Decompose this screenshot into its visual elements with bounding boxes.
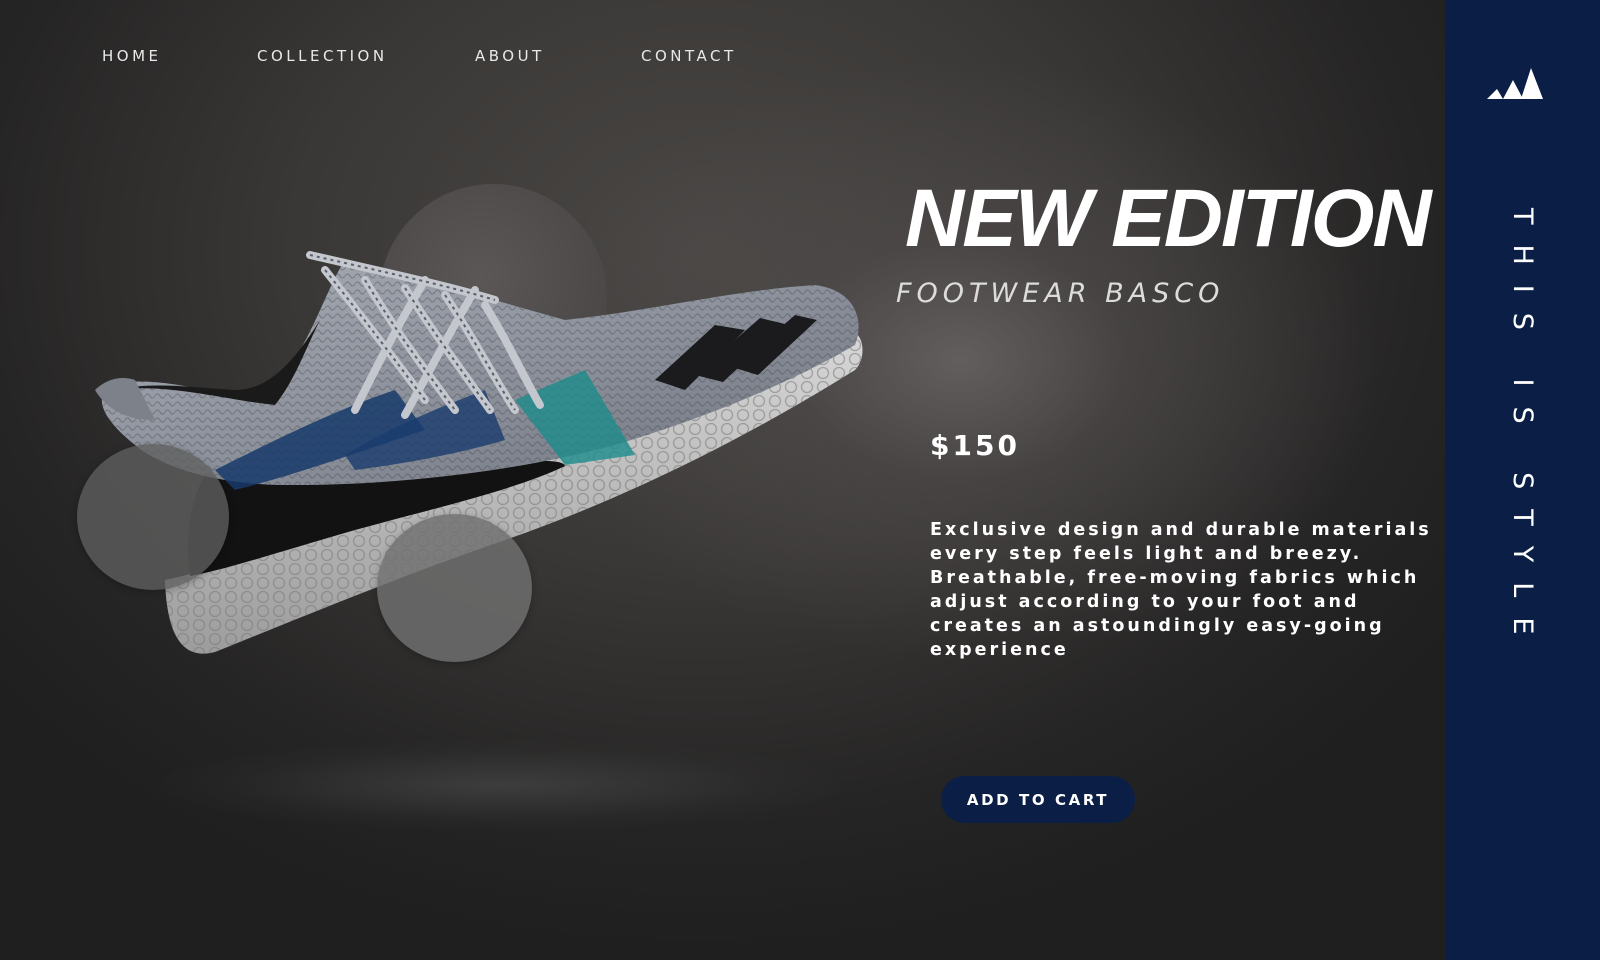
product-description: Exclusive design and durable materials e… xyxy=(930,520,1432,660)
top-navigation: HOME COLLECTION ABOUT CONTACT xyxy=(0,47,900,69)
nav-link-collection[interactable]: COLLECTION xyxy=(257,47,388,65)
hero-subtitle: FOOTWEAR BASCO xyxy=(896,278,1225,309)
nav-link-home[interactable]: HOME xyxy=(102,47,162,65)
hero-title: NEW EDITION xyxy=(905,173,1432,264)
tagline-container: THIS IS STYLE xyxy=(1445,208,1600,654)
add-to-cart-button[interactable]: ADD TO CART xyxy=(941,776,1135,823)
nav-link-contact[interactable]: CONTACT xyxy=(641,47,737,65)
product-price: $150 xyxy=(930,429,1020,462)
vertical-tagline: THIS IS STYLE xyxy=(1507,208,1538,655)
floor-shadow xyxy=(160,740,840,830)
landing-page: HOME COLLECTION ABOUT CONTACT NEW EDITIO… xyxy=(0,0,1600,960)
decorative-circle-middle xyxy=(377,514,532,662)
side-panel: THIS IS STYLE xyxy=(1445,0,1600,960)
three-stripes-logo-icon[interactable] xyxy=(1485,66,1543,100)
decorative-circle-left xyxy=(77,444,229,590)
nav-link-about[interactable]: ABOUT xyxy=(475,47,545,65)
